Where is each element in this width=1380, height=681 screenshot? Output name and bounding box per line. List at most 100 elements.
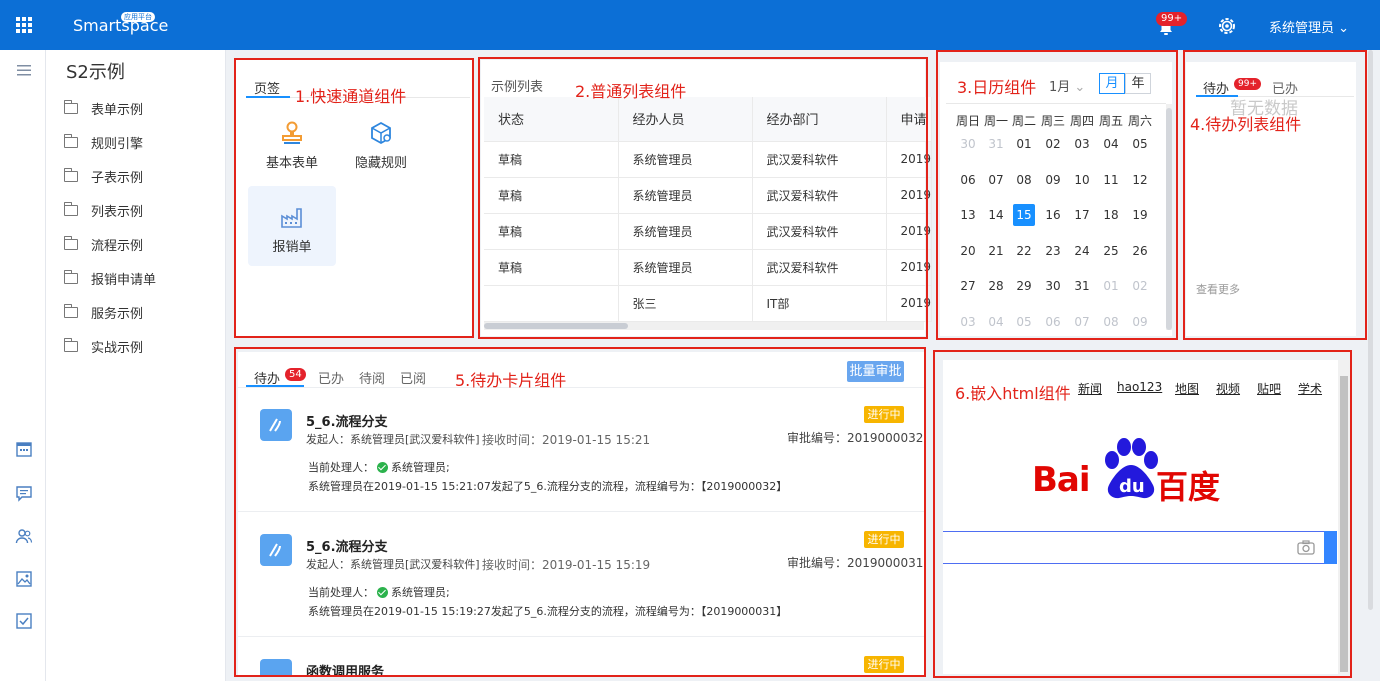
scrollbar-thumb[interactable] [1368,50,1373,610]
column-header[interactable]: 经办部门 [752,97,887,142]
calendar-day[interactable]: 04 [985,311,1007,333]
calendar-day[interactable]: 18 [1100,204,1122,226]
scrollbar-thumb[interactable] [484,323,628,329]
calendar-day[interactable]: 21 [985,240,1007,262]
horizontal-scrollbar[interactable] [484,322,924,330]
calendar-day-today[interactable]: 15 [1013,204,1035,226]
baidu-search-button[interactable] [1324,531,1337,564]
baidu-link-map[interactable]: 地图 [1175,380,1199,397]
calendar-day[interactable]: 01 [1013,133,1035,155]
sidebar-item[interactable]: 列表示例 [63,200,143,220]
calendar-day[interactable]: 29 [1013,275,1035,297]
camera-icon[interactable] [1297,540,1315,555]
calendar-day[interactable]: 28 [985,275,1007,297]
view-more-link[interactable]: 查看更多 [1196,281,1240,297]
checkbox-icon[interactable] [15,612,33,630]
baidu-link-tieba[interactable]: 贴吧 [1257,380,1281,397]
sidebar-item[interactable]: 流程示例 [63,234,143,254]
table-row[interactable]: 草稿 系统管理员 武汉爱科软件 2019 [484,141,933,178]
quick-item-expense[interactable]: 报销单 [248,186,336,266]
calendar-day[interactable]: 25 [1100,240,1122,262]
user-menu[interactable]: 系统管理员 ⌄ [1269,17,1349,36]
calendar-day[interactable]: 31 [985,133,1007,155]
calendar-icon[interactable] [15,440,33,458]
calendar-day[interactable]: 13 [957,204,979,226]
column-header[interactable]: 申请 [886,97,933,142]
calendar-day[interactable]: 30 [957,133,979,155]
calendar-day[interactable]: 09 [1042,169,1064,191]
calendar-day[interactable]: 12 [1129,169,1151,191]
baidu-link-news[interactable]: 新闻 [1078,380,1102,397]
calendar-day[interactable]: 10 [1071,169,1093,191]
calendar-day[interactable]: 04 [1100,133,1122,155]
embed-scrollbar[interactable] [1338,360,1350,674]
calendar-day[interactable]: 31 [1071,275,1093,297]
card-title[interactable]: 5_6.流程分支 [306,411,388,430]
card-title[interactable]: 函数调用服务 [306,661,384,676]
calendar-day[interactable]: 26 [1129,240,1151,262]
menu-icon[interactable] [15,61,33,79]
sidebar-item[interactable]: 规则引擎 [63,132,143,152]
sidebar-item[interactable]: 表单示例 [63,98,143,118]
scrollbar-thumb[interactable] [1166,108,1172,330]
quick-item-hidden-rules[interactable]: 隐藏规则 [337,120,425,200]
calendar-day[interactable]: 24 [1071,240,1093,262]
calendar-day[interactable]: 06 [957,169,979,191]
calendar-day[interactable]: 17 [1071,204,1093,226]
sidebar-item[interactable]: 子表示例 [63,166,143,186]
calendar-day[interactable]: 03 [957,311,979,333]
calendar-day[interactable]: 02 [1042,133,1064,155]
sidebar-item[interactable]: 报销申请单 [63,268,156,288]
gear-icon[interactable] [1217,16,1237,36]
calendar-day[interactable]: 03 [1071,133,1093,155]
table-row[interactable]: 草稿 系统管理员 武汉爱科软件 2019 [484,249,933,286]
batch-approve-button[interactable]: 批量审批 [847,361,904,382]
message-icon[interactable] [15,484,33,502]
calendar-day[interactable]: 20 [957,240,979,262]
calendar-day[interactable]: 09 [1129,311,1151,333]
tab-page[interactable]: 页签 [254,78,280,97]
todo-card[interactable]: 函数调用服务 进行中 [238,637,924,676]
calendar-day[interactable]: 30 [1042,275,1064,297]
contacts-icon[interactable] [15,527,33,545]
calendar-day[interactable]: 27 [957,275,979,297]
tab-cards-read[interactable]: 已阅 [400,368,426,387]
tab-cards-done[interactable]: 已办 [318,368,344,387]
calendar-day[interactable]: 05 [1129,133,1151,155]
app-grid-icon[interactable] [16,17,32,33]
calendar-day[interactable]: 16 [1042,204,1064,226]
column-header[interactable]: 经办人员 [618,97,753,142]
column-header[interactable]: 状态 [484,97,619,142]
calendar-day[interactable]: 23 [1042,240,1064,262]
scrollbar-thumb[interactable] [1340,376,1348,672]
view-year-button[interactable]: 年 [1125,73,1151,94]
baidu-link-video[interactable]: 视频 [1216,380,1240,397]
calendar-day[interactable]: 01 [1100,275,1122,297]
table-row[interactable]: 草稿 系统管理员 武汉爱科软件 2019 [484,213,933,250]
calendar-day[interactable]: 07 [985,169,1007,191]
tab-cards-to-read[interactable]: 待阅 [359,368,385,387]
sidebar-item[interactable]: 服务示例 [63,302,143,322]
calendar-day[interactable]: 22 [1013,240,1035,262]
calendar-day[interactable]: 19 [1129,204,1151,226]
baidu-search-input[interactable] [943,531,1337,564]
calendar-day[interactable]: 07 [1071,311,1093,333]
calendar-day[interactable]: 14 [985,204,1007,226]
month-select[interactable]: 1月 ⌄ [1049,76,1085,95]
sidebar-item[interactable]: 实战示例 [63,336,143,356]
view-month-button[interactable]: 月 [1099,73,1125,94]
page-scrollbar[interactable] [1366,50,1374,610]
baidu-link-hao123[interactable]: hao123 [1117,380,1162,394]
calendar-day[interactable]: 05 [1013,311,1035,333]
calendar-day[interactable]: 08 [1100,311,1122,333]
calendar-scrollbar[interactable] [1166,104,1172,330]
card-title[interactable]: 5_6.流程分支 [306,536,388,555]
calendar-day[interactable]: 11 [1100,169,1122,191]
calendar-day[interactable]: 08 [1013,169,1035,191]
calendar-day[interactable]: 06 [1042,311,1064,333]
table-row[interactable]: 草稿 系统管理员 武汉爱科软件 2019 [484,177,933,214]
table-row[interactable]: 张三 IT部 2019 [484,285,933,322]
image-icon[interactable] [15,570,33,588]
baidu-link-xueshu[interactable]: 学术 [1298,380,1322,397]
calendar-day[interactable]: 02 [1129,275,1151,297]
